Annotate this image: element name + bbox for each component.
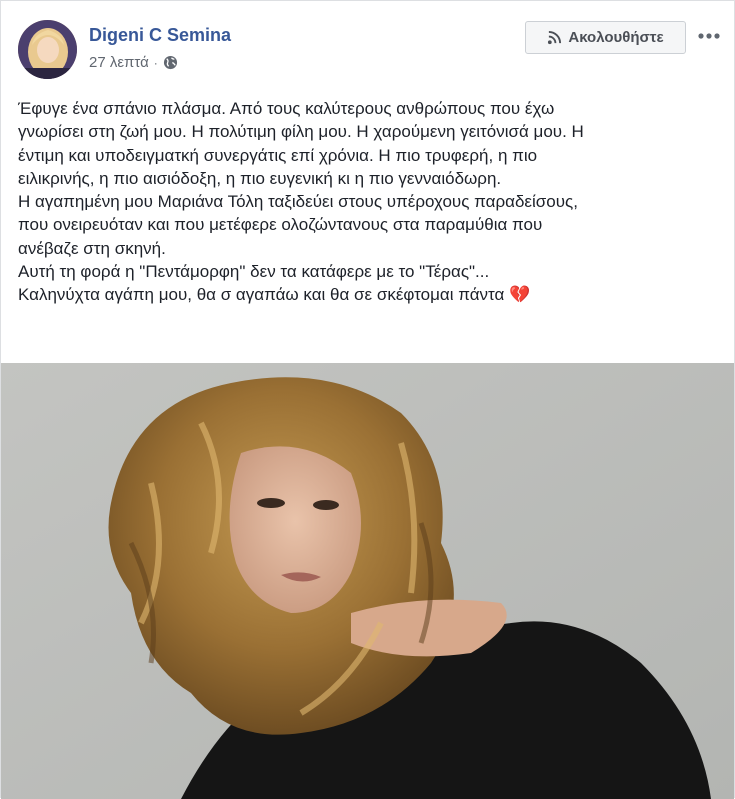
meta-separator: ·: [153, 55, 158, 70]
globe-icon[interactable]: [163, 55, 178, 70]
post-header: Digeni C Semina 27 λεπτά · Ακολουθήστε: [1, 1, 734, 91]
post-text-line: έντιμη και υποδειγματκή συνεργάτις επί χ…: [18, 145, 538, 165]
post-photo[interactable]: [1, 363, 734, 799]
post-text-line: που ονειρευόταν και που μετέφερε ολοζώντ…: [18, 215, 543, 235]
author-avatar[interactable]: [18, 20, 77, 79]
post-text-line: Η αγαπημένη μου Μαριάνα Τόλη ταξιδεύει σ…: [18, 192, 578, 212]
post-text-line: Έφυγε ένα σπάνιο πλάσμα. Από τους καλύτε…: [18, 99, 555, 118]
author-name[interactable]: Digeni C Semina: [89, 25, 231, 46]
more-horizontal-icon[interactable]: [694, 21, 724, 51]
post-text: Έφυγε ένα σπάνιο πλάσμα. Από τους καλύτε…: [18, 97, 718, 307]
post-text-line: Αυτή τη φορά η "Πεντάμορφη" δεν τα κατάφ…: [18, 262, 490, 282]
facebook-post: Digeni C Semina 27 λεπτά · Ακολουθήστε Έ…: [0, 0, 735, 799]
portrait-image: [1, 363, 734, 799]
post-text-line: ανέβαζε στη σκηνή.: [18, 238, 166, 258]
rss-icon: [547, 30, 562, 45]
follow-button[interactable]: Ακολουθήστε: [525, 21, 686, 54]
post-time[interactable]: 27 λεπτά: [89, 54, 149, 71]
post-text-line: Καληνύχτα αγάπη μου, θα σ αγαπάω και θα …: [18, 285, 531, 305]
post-text-line: γνωρίσει στη ζωή μου. Η πολύτιμη φίλη μο…: [18, 122, 584, 142]
follow-button-label: Ακολουθήστε: [568, 29, 664, 46]
post-meta: 27 λεπτά ·: [89, 54, 178, 71]
post-text-line: ειλικρινής, η πιο αισιόδοξη, η πιο ευγεν…: [18, 168, 502, 188]
avatar-image: [18, 20, 77, 79]
